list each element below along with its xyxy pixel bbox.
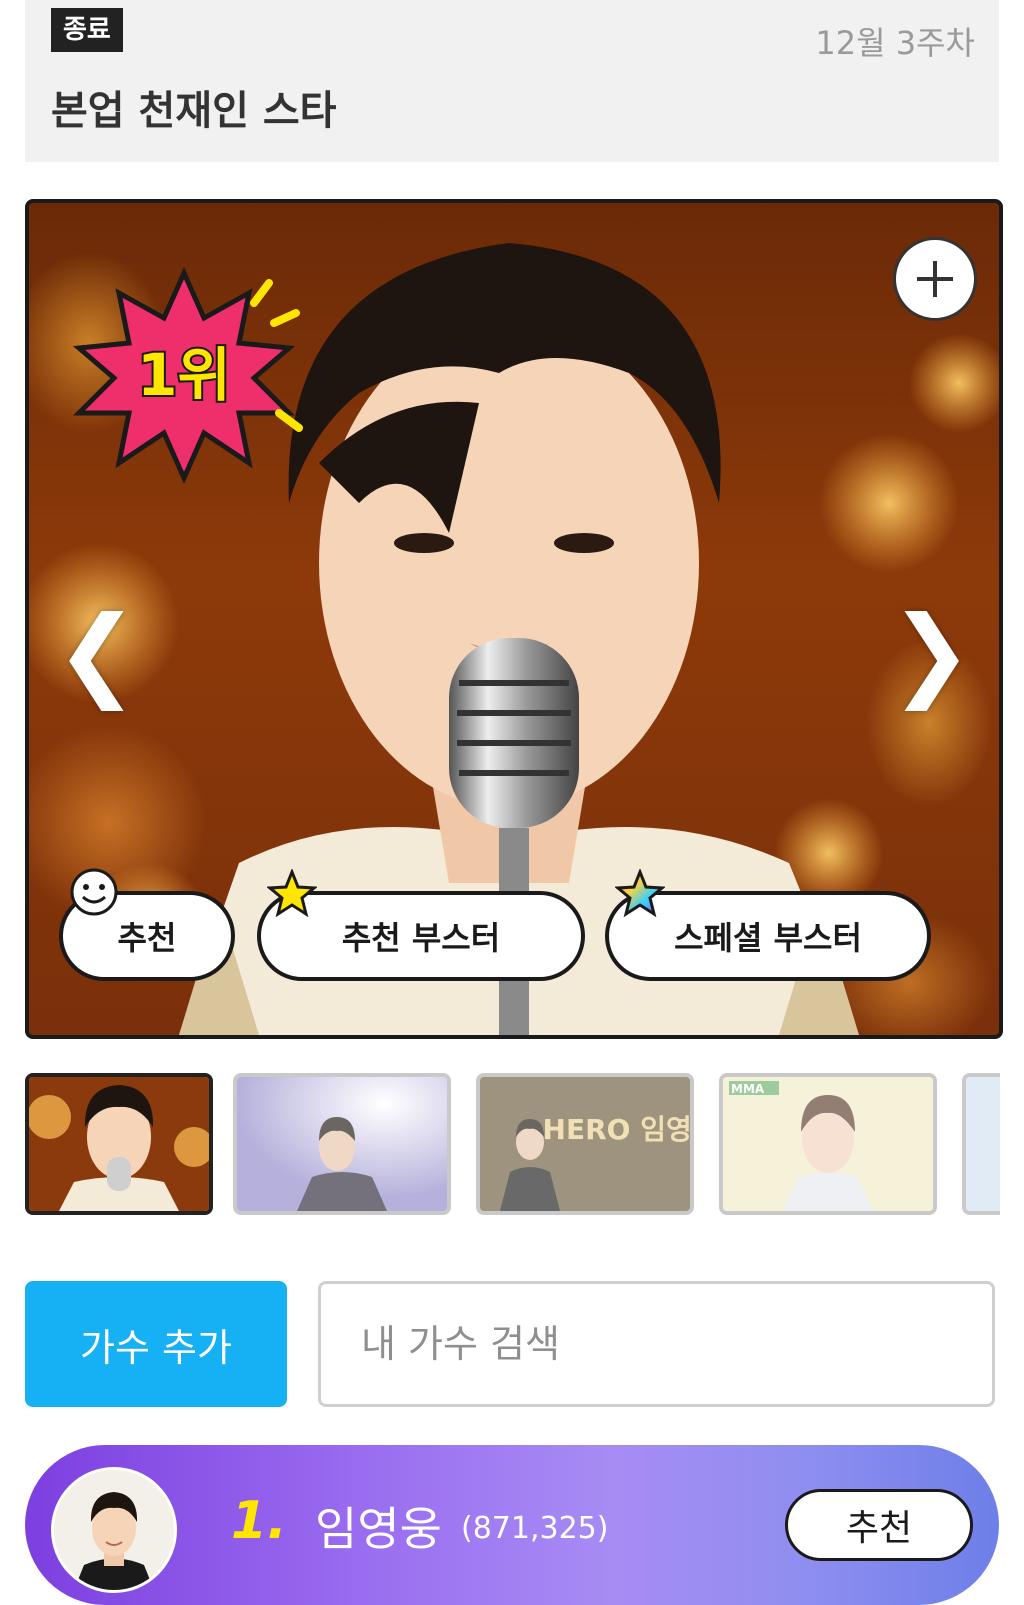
recommend-label: 추천 (117, 919, 177, 957)
thumbnail-4-caption: MMA (731, 1082, 765, 1096)
plus-icon (917, 261, 953, 297)
special-booster-button[interactable]: 스페셜 부스터 (605, 869, 931, 981)
rank-badge-label: 1위 (137, 341, 231, 409)
week-label: 12월 3주차 (815, 24, 975, 62)
thumbnail-strip: HERO 임영웅 MMA (25, 1073, 1000, 1223)
thumbnail-3-caption: HERO 임영웅 (543, 1113, 690, 1146)
thumbnail-1[interactable] (25, 1073, 213, 1215)
star-icon (267, 869, 317, 918)
recommend-booster-label: 추천 부스터 (341, 919, 501, 957)
smile-icon (70, 868, 118, 916)
hero-carousel[interactable]: 1위 ❮ ❯ 추천 추천 부스터 스페셜 부스터 (25, 199, 1003, 1039)
vote-count: (871,325) (461, 1511, 609, 1546)
ranking-item: 1. 임영웅 (871,325) 추천 (25, 1445, 999, 1605)
recommend-booster-button[interactable]: 추천 부스터 (257, 869, 585, 981)
thumbnail-4[interactable]: MMA (719, 1073, 937, 1215)
prev-arrow-icon[interactable]: ❮ (55, 603, 139, 703)
thumbnail-5[interactable] (962, 1073, 1000, 1215)
ranking-recommend-button[interactable]: 추천 (785, 1489, 973, 1561)
recommend-button[interactable]: 추천 (59, 868, 235, 981)
thumbnail-2[interactable] (233, 1073, 451, 1215)
avatar (51, 1467, 177, 1593)
status-badge: 종료 (51, 8, 123, 52)
rank-number: 1. (231, 1491, 287, 1551)
special-booster-label: 스페셜 부스터 (674, 919, 862, 957)
rainbow-star-icon (615, 869, 665, 918)
add-singer-button[interactable]: 가수 추가 (25, 1281, 287, 1407)
rank-badge: 1위 (72, 266, 303, 483)
singer-name: 임영웅 (315, 1502, 442, 1556)
add-photo-button[interactable] (893, 237, 977, 321)
thumbnail-3[interactable]: HERO 임영웅 (476, 1073, 694, 1215)
contest-header: 종료 12월 3주차 본업 천재인 스타 (25, 0, 999, 162)
page-title: 본업 천재인 스타 (51, 88, 337, 134)
next-arrow-icon[interactable]: ❯ (889, 603, 973, 703)
singer-search-input[interactable] (318, 1281, 995, 1407)
